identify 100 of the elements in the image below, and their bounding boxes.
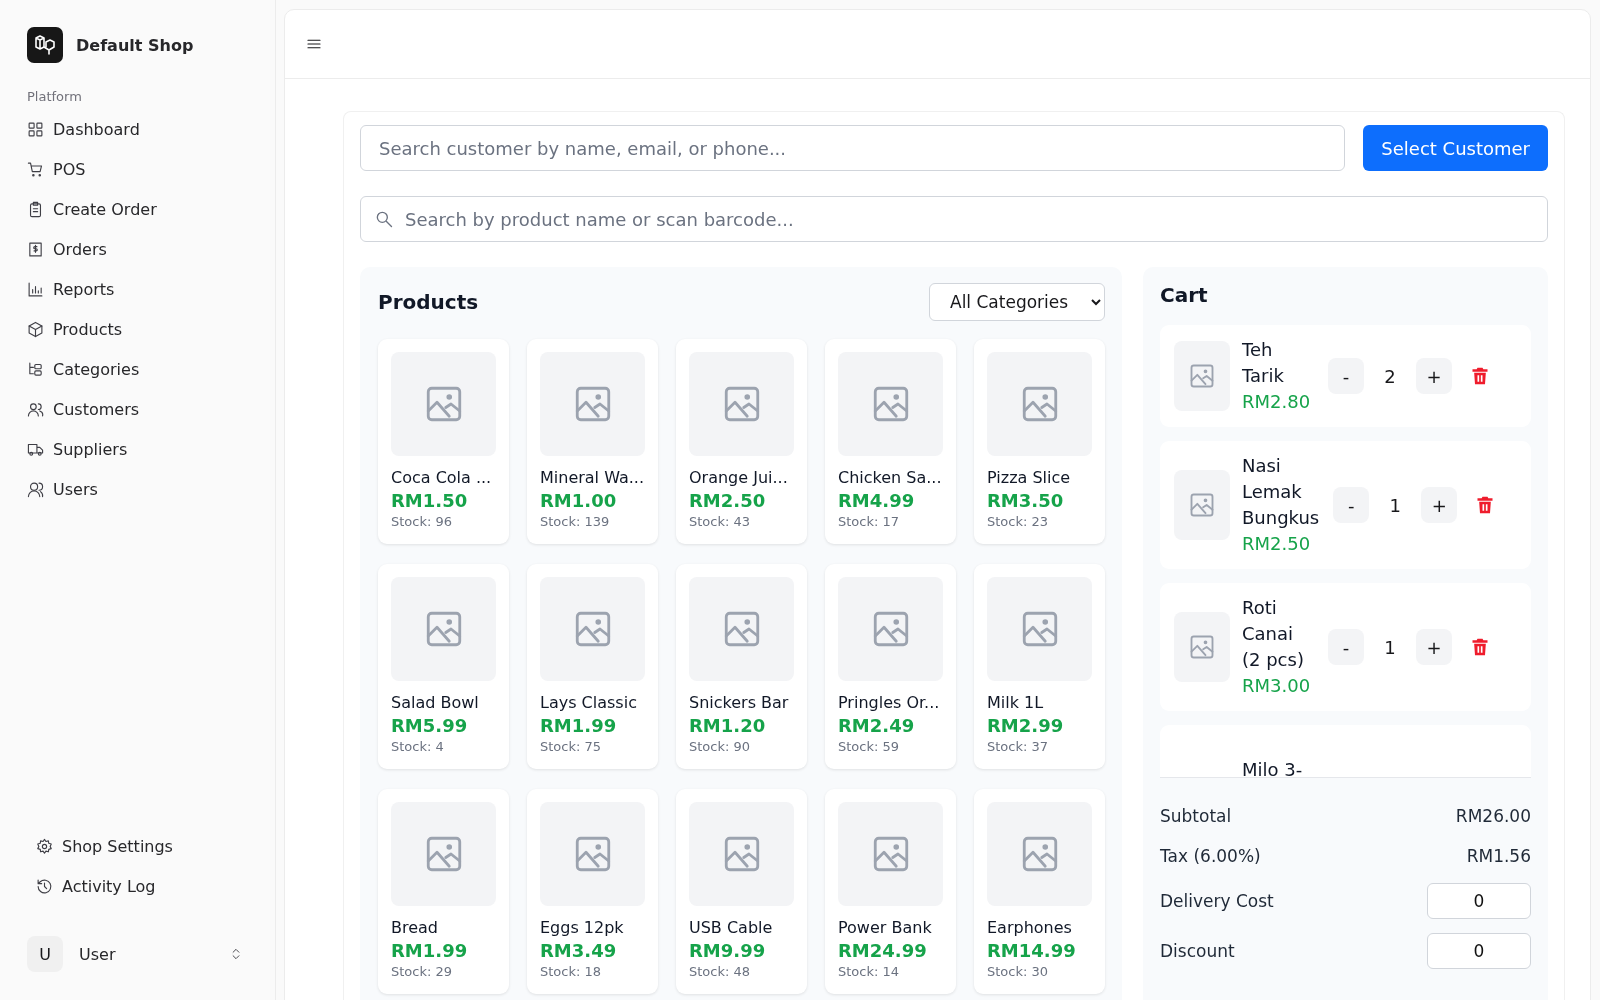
- image-icon: [1188, 362, 1216, 390]
- product-stock: Stock: 59: [838, 738, 901, 756]
- product-search-field[interactable]: Search by product name or scan barcode...: [360, 196, 1548, 242]
- section-label: Platform: [27, 89, 83, 104]
- image-icon: [1188, 633, 1216, 661]
- sidebar-item[interactable]: Products: [27, 309, 123, 349]
- sidebar-item[interactable]: Shop Settings: [36, 826, 173, 866]
- product-name: USB Cable: [689, 918, 774, 938]
- increase-button[interactable]: +: [1416, 358, 1452, 394]
- product-card[interactable]: Chicken Sa... RM4.99 Stock: 17: [825, 339, 956, 544]
- product-name: Orange Jui...: [689, 468, 789, 488]
- decrease-button[interactable]: -: [1328, 358, 1364, 394]
- product-card[interactable]: Eggs 12pk RM3.49 Stock: 18: [527, 789, 658, 994]
- sidebar-item[interactable]: Create Order: [27, 189, 157, 229]
- product-name: Chicken Sa...: [838, 468, 943, 488]
- product-stock: Stock: 14: [838, 963, 901, 981]
- product-stock: Stock: 23: [987, 513, 1050, 531]
- product-price: RM14.99: [987, 939, 1077, 963]
- product-card[interactable]: Power Bank RM24.99 Stock: 14: [825, 789, 956, 994]
- bar-chart-icon: [27, 280, 44, 298]
- sidebar-item[interactable]: Customers: [27, 389, 140, 429]
- product-price: RM1.99: [391, 939, 469, 963]
- product-card[interactable]: Snickers Bar RM1.20 Stock: 90: [676, 564, 807, 769]
- select-customer-button[interactable]: Select Customer: [1363, 125, 1548, 171]
- product-card[interactable]: Lays Classic RM1.99 Stock: 75: [527, 564, 658, 769]
- quantity-value: 1: [1383, 636, 1397, 658]
- product-card[interactable]: Milk 1L RM2.99 Stock: 37: [974, 564, 1105, 769]
- product-name: Coca Cola ...: [391, 468, 493, 488]
- sidebar-item[interactable]: Categories: [27, 349, 140, 389]
- quantity-value: 1: [1388, 494, 1402, 516]
- box-icon: [27, 320, 44, 338]
- product-card[interactable]: USB Cable RM9.99 Stock: 48: [676, 789, 807, 994]
- cart-item-name: Roti Canai (2 pcs): [1242, 596, 1305, 672]
- sidebar-item[interactable]: Dashboard: [27, 109, 140, 149]
- history-icon: [36, 877, 53, 895]
- product-price: RM3.50: [987, 489, 1065, 513]
- product-name: Pizza Slice: [987, 468, 1072, 488]
- product-card[interactable]: Mineral Wa... RM1.00 Stock: 139: [527, 339, 658, 544]
- product-stock: Stock: 37: [987, 738, 1050, 756]
- product-name: Eggs 12pk: [540, 918, 625, 938]
- product-card[interactable]: Pizza Slice RM3.50 Stock: 23: [974, 339, 1105, 544]
- panel-title: Products: [378, 290, 479, 314]
- product-card[interactable]: Earphones RM14.99 Stock: 30: [974, 789, 1105, 994]
- gear-icon: [36, 837, 53, 855]
- product-stock: Stock: 18: [540, 963, 603, 981]
- amount-field[interactable]: 0: [1427, 933, 1531, 969]
- trash-icon[interactable]: [1475, 495, 1496, 515]
- panel-title: Cart: [1160, 283, 1209, 307]
- product-price: RM3.49: [540, 939, 618, 963]
- sidebar-item[interactable]: Suppliers: [27, 429, 128, 469]
- product-name: Milk 1L: [987, 693, 1045, 713]
- cart-item-name: Teh Tarik: [1242, 338, 1285, 388]
- quantity-value: 2: [1383, 365, 1397, 387]
- product-price: RM4.99: [838, 489, 916, 513]
- product-card[interactable]: Orange Jui... RM2.50 Stock: 43: [676, 339, 807, 544]
- user-icon: [27, 480, 44, 498]
- customer-search-field[interactable]: Search customer by name, email, or phone...: [360, 125, 1346, 171]
- sidebar-item[interactable]: Activity Log: [36, 866, 156, 906]
- product-stock: Stock: 48: [689, 963, 752, 981]
- product-card[interactable]: Pringles Or... RM2.49 Stock: 59: [825, 564, 956, 769]
- trash-icon[interactable]: [1470, 366, 1490, 386]
- product-name: Mineral Wa...: [540, 468, 645, 488]
- product-name: Salad Bowl: [391, 693, 480, 713]
- trash-icon[interactable]: [1470, 637, 1490, 657]
- decrease-button[interactable]: -: [1328, 629, 1364, 665]
- cart-icon: [27, 160, 44, 178]
- amount-field[interactable]: 0: [1427, 883, 1531, 919]
- product-name: Lays Classic: [540, 693, 638, 713]
- cart-item-name: Milo 3-: [1242, 758, 1304, 777]
- product-price: RM1.20: [689, 714, 767, 738]
- users-icon: [27, 400, 44, 418]
- product-price: RM1.50: [391, 489, 469, 513]
- decrease-button[interactable]: -: [1333, 487, 1370, 523]
- product-card[interactable]: Bread RM1.99 Stock: 29: [378, 789, 509, 994]
- product-stock: Stock: 90: [689, 738, 752, 756]
- user-name: User: [79, 944, 116, 964]
- product-name: Snickers Bar: [689, 693, 790, 713]
- grid-icon: [27, 120, 44, 138]
- product-stock: Stock: 29: [391, 963, 454, 981]
- product-stock: Stock: 17: [838, 513, 901, 531]
- product-price: RM2.49: [838, 714, 916, 738]
- sidebar-item[interactable]: Reports: [27, 269, 115, 309]
- increase-button[interactable]: +: [1416, 629, 1452, 665]
- sidebar-item[interactable]: Orders: [27, 229, 107, 269]
- increase-button[interactable]: +: [1421, 487, 1458, 523]
- category-select[interactable]: All Categories: [929, 283, 1105, 321]
- shop-name: Default Shop: [76, 35, 194, 55]
- product-card[interactable]: Salad Bowl RM5.99 Stock: 4: [378, 564, 509, 769]
- user-menu[interactable]: U User: [27, 936, 263, 972]
- summary-label: Delivery Cost: [1160, 891, 1274, 911]
- sidebar-item[interactable]: Users: [27, 469, 98, 509]
- category-tree-icon: [27, 360, 44, 378]
- product-card[interactable]: Coca Cola ... RM1.50 Stock: 96: [378, 339, 509, 544]
- summary-label: Tax (6.00%): [1160, 846, 1261, 866]
- product-stock: Stock: 75: [540, 738, 603, 756]
- sidebar-item[interactable]: POS: [27, 149, 86, 189]
- cart-item-price: RM2.80: [1242, 390, 1312, 414]
- product-stock: Stock: 30: [987, 963, 1050, 981]
- image-icon: [1188, 491, 1216, 519]
- product-name: Earphones: [987, 918, 1073, 938]
